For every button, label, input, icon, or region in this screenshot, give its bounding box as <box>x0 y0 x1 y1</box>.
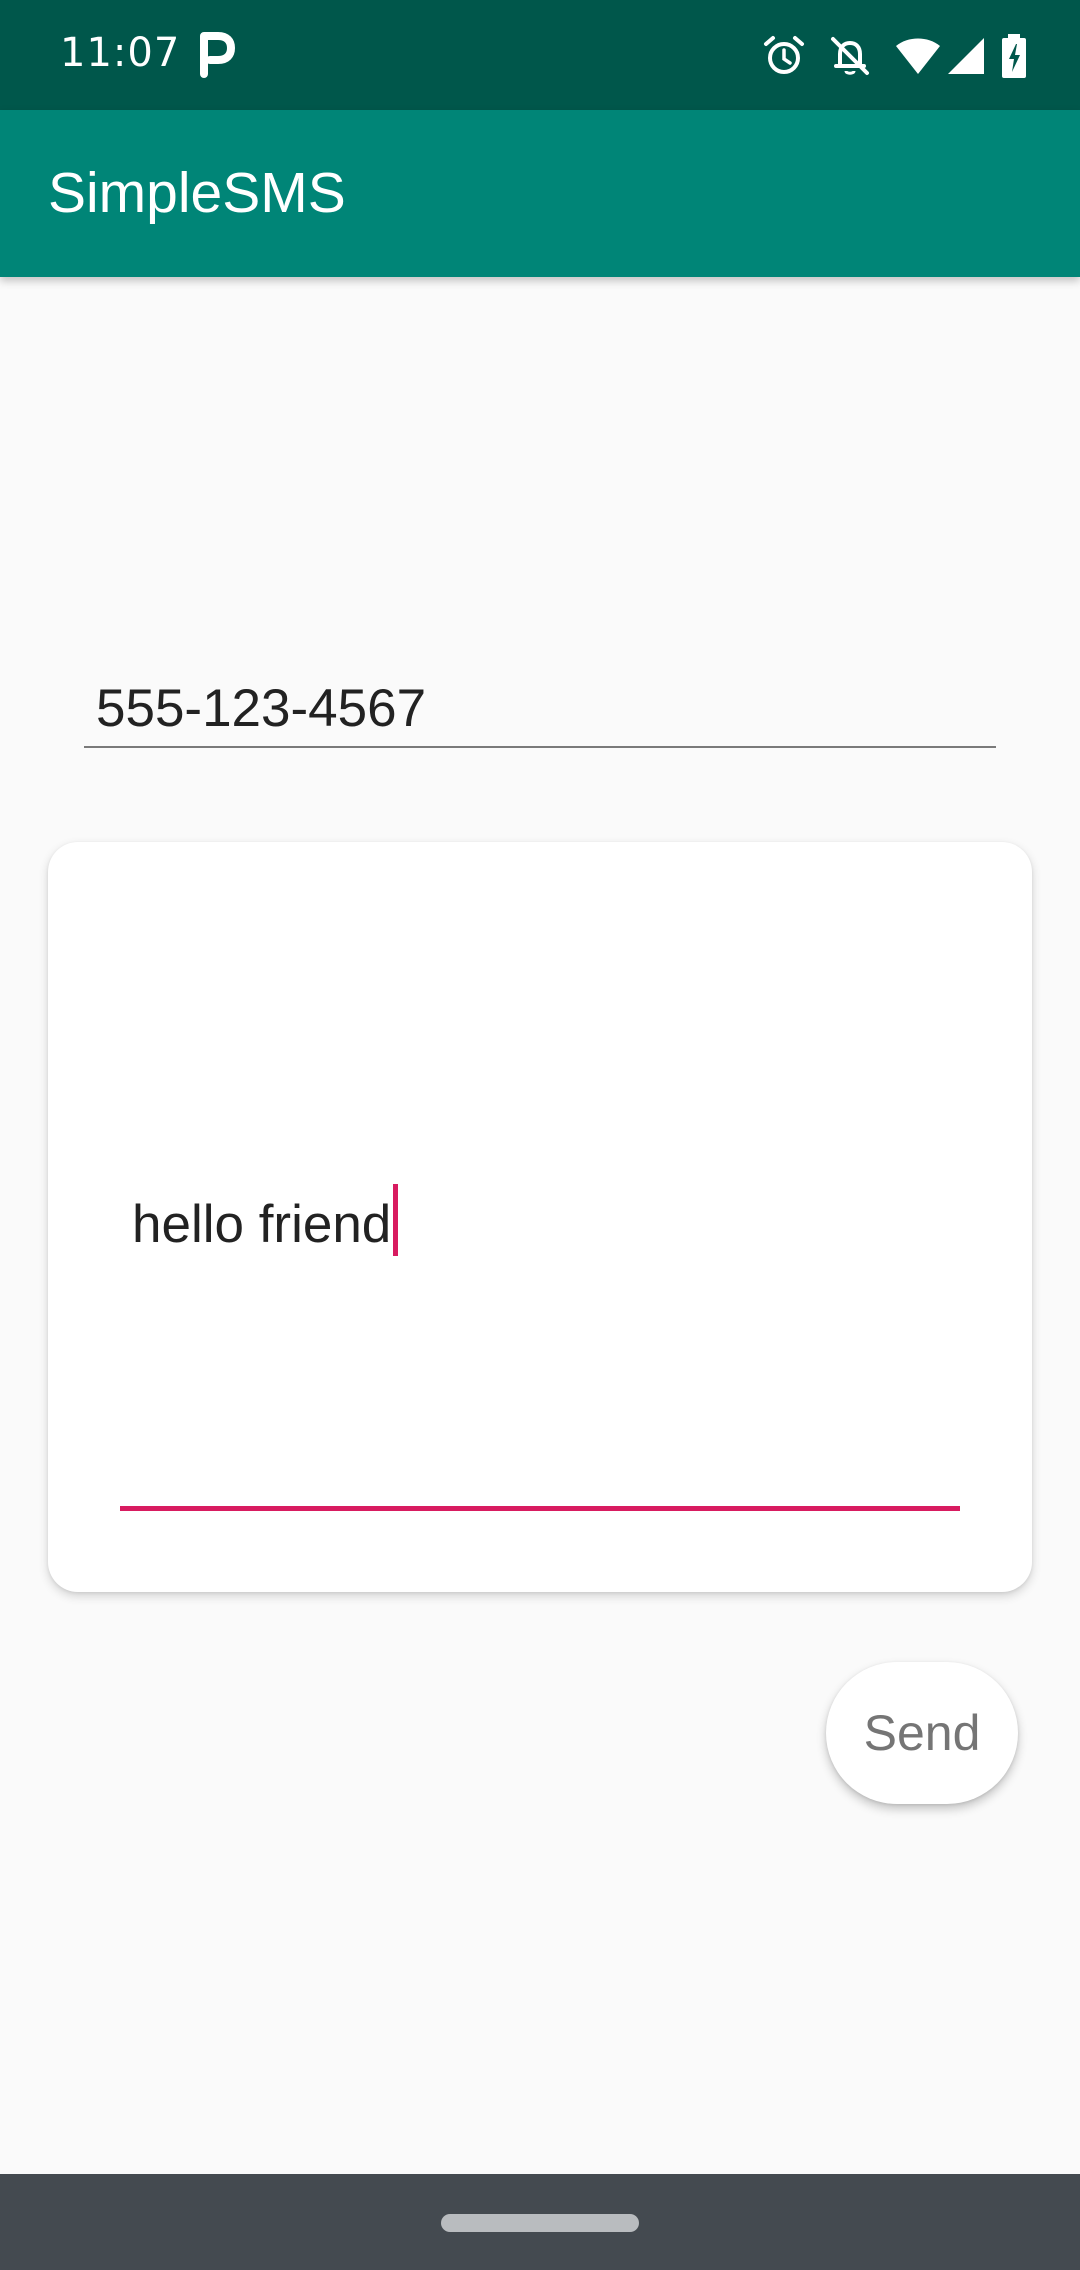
text-cursor <box>393 1184 399 1256</box>
home-gesture-handle[interactable] <box>441 2214 639 2232</box>
send-button[interactable]: Send <box>826 1662 1018 1804</box>
app-bar: SimpleSMS <box>0 110 1080 277</box>
status-time: 11:07 <box>60 30 181 76</box>
alarm-icon <box>764 36 804 74</box>
message-card: hello friend <box>48 842 1032 1592</box>
message-field[interactable]: hello friend <box>132 1184 399 1256</box>
parking-icon <box>200 32 235 78</box>
status-bar: 11:07 <box>0 0 1080 110</box>
cellular-signal-icon <box>948 38 984 74</box>
app-title: SimpleSMS <box>48 161 346 225</box>
notifications-off-icon <box>831 37 869 75</box>
navigation-bar <box>0 2174 1080 2270</box>
wifi-icon <box>896 38 940 74</box>
message-field-underline <box>120 1506 960 1511</box>
battery-icon <box>1002 34 1026 78</box>
phone-number-field[interactable]: 555-123-4567 <box>84 666 996 748</box>
message-value[interactable]: hello friend <box>132 1195 391 1254</box>
phone-number-value[interactable]: 555-123-4567 <box>96 678 426 739</box>
